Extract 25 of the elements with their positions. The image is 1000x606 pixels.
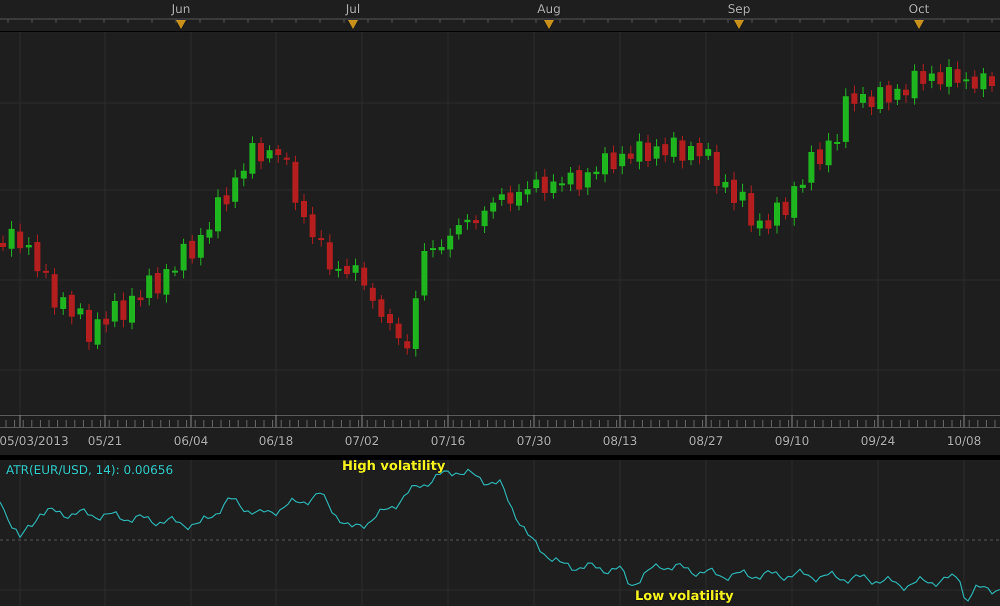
date-label: 07/30 [516,434,552,448]
month-marker-icon [348,20,358,29]
date-label: 05/03/2013 [0,434,69,448]
date-label: 07/02 [344,434,380,448]
date-label: 09/24 [860,434,896,448]
date-label: 08/27 [688,434,724,448]
date-label: 06/18 [258,434,294,448]
month-label: Aug [537,2,561,16]
indicator-label: ATR(EUR/USD, 14): 0.00656 [6,463,174,477]
date-label: 06/04 [174,434,208,448]
annotation-label: Low volatility [635,589,734,604]
month-label: Sep [728,2,750,16]
month-marker-icon [544,20,554,29]
month-marker-icon [176,20,186,29]
date-label: 09/10 [774,434,810,448]
date-label: 08/13 [602,434,638,448]
month-label: Jun [172,2,190,16]
month-label: Oct [908,2,930,16]
annotation-label: High volatility [342,460,446,474]
month-marker-icon [914,20,924,29]
month-label: Jul [346,2,360,16]
date-label: 10/08 [946,434,982,448]
date-label: 05/21 [88,434,122,448]
month-marker-icon [734,20,744,29]
date-label: 07/16 [430,434,466,448]
